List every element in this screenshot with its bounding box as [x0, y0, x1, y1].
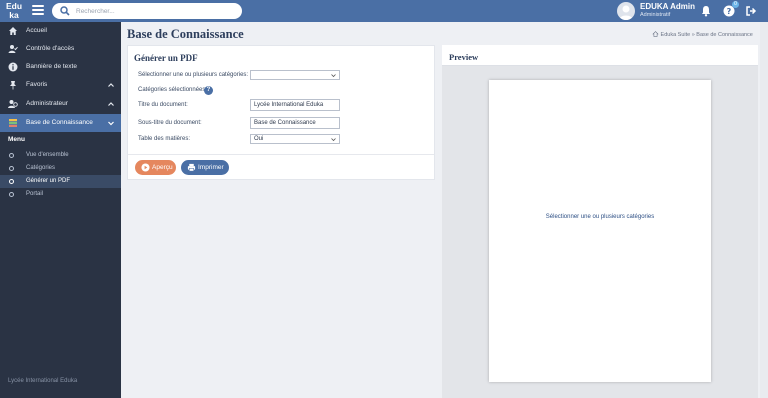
sidebar: Accueil Contrôle d'accès Bannière de tex…: [0, 22, 121, 398]
doc-title-field[interactable]: Lycée International Eduka: [250, 99, 340, 111]
toc-label: Table des matières:: [138, 136, 191, 142]
preview-panel: Preview Sélectionner une ou plusieurs ca…: [442, 45, 758, 398]
subtitle-field[interactable]: Base de Connaissance: [250, 117, 340, 129]
notification-badge: 0: [732, 1, 739, 8]
categories-label: Sélectionner une ou plusieurs catégories…: [138, 72, 249, 78]
chevron-up-icon[interactable]: [107, 100, 115, 108]
sidebar-subitem-vue-ensemble[interactable]: Vue d'ensemble: [0, 149, 121, 162]
sidebar-subitem-label: Générer un PDF: [26, 178, 71, 184]
sidebar-item-accueil[interactable]: Accueil: [0, 22, 121, 40]
submenu-heading: Menu: [8, 136, 25, 143]
breadcrumb[interactable]: Eduka Suite » Base de Connaissance: [652, 31, 753, 38]
sidebar-item-administrateur[interactable]: Administrateur: [0, 95, 121, 113]
search-input[interactable]: [76, 5, 236, 17]
home-icon: [9, 27, 17, 35]
preview-message: Sélectionner une ou plusieurs catégories: [545, 214, 655, 220]
doc-title-label: Titre du document:: [138, 102, 188, 108]
info-icon: [8, 62, 18, 72]
users-icon: [8, 100, 18, 108]
menu-toggle-icon[interactable]: [32, 5, 44, 17]
sidebar-subitem-label: Catégories: [26, 165, 56, 171]
circle-icon: [9, 179, 14, 184]
sidebar-item-label: Contrôle d'accès: [26, 45, 75, 52]
breadcrumb-text[interactable]: Eduka Suite » Base de Connaissance: [661, 32, 753, 38]
sidebar-subitem-generer-pdf[interactable]: Générer un PDF: [0, 175, 121, 188]
pdf-preview-page: Sélectionner une ou plusieurs catégories: [489, 80, 711, 382]
divider: [128, 154, 434, 155]
preview-button-label: Aperçu: [152, 164, 173, 171]
help-icon[interactable]: ?: [204, 86, 213, 95]
sidebar-item-banniere[interactable]: Bannière de texte: [0, 58, 121, 76]
sidebar-item-label: Administrateur: [26, 100, 68, 107]
user-check-icon: [8, 45, 18, 53]
sidebar-item-label: Bannière de texte: [26, 63, 77, 70]
app-logo[interactable]: Edu ka: [4, 2, 24, 20]
sidebar-footer: Lycée International Eduka: [8, 378, 78, 384]
books-icon: [9, 119, 17, 127]
sidebar-subitem-portail[interactable]: Portail: [0, 188, 121, 201]
print-button[interactable]: Imprimer: [181, 160, 229, 175]
preview-title: Preview: [449, 52, 479, 62]
user-role: Administratif: [640, 12, 671, 18]
scroll-track[interactable]: [760, 22, 768, 398]
card-title: Générer un PDF: [134, 53, 198, 63]
home-icon: [652, 31, 659, 37]
chevron-down-icon: [331, 138, 336, 142]
user-name[interactable]: EDUKA Admin: [640, 2, 695, 11]
circle-icon: [9, 192, 14, 197]
sidebar-item-controle-acces[interactable]: Contrôle d'accès: [0, 40, 121, 58]
chevron-up-icon[interactable]: [107, 81, 115, 89]
sidebar-subitem-categories[interactable]: Catégories: [0, 162, 121, 175]
sidebar-subitem-label: Vue d'ensemble: [26, 152, 69, 158]
top-bar: Edu ka EDUKA Admin Administratif ? 0: [0, 0, 768, 22]
play-circle-icon: [141, 163, 150, 172]
chevron-down-icon[interactable]: [107, 119, 115, 127]
chevron-down-icon: [331, 74, 336, 78]
toc-select-value: Oui: [254, 136, 264, 142]
sidebar-item-base-connaissance[interactable]: Base de Connaissance: [0, 114, 121, 132]
avatar[interactable]: [617, 2, 635, 20]
selected-categories-label: Catégories sélectionnées: [138, 87, 206, 93]
categories-select[interactable]: [250, 70, 340, 80]
preview-button[interactable]: Aperçu: [135, 160, 176, 175]
sidebar-item-label: Favoris: [26, 81, 48, 88]
toc-select[interactable]: Oui: [250, 134, 340, 144]
logout-icon[interactable]: [745, 5, 757, 17]
circle-icon: [9, 153, 14, 158]
generate-pdf-card: Générer un PDF Sélectionner une ou plusi…: [127, 45, 435, 180]
preview-header: Preview: [442, 45, 758, 66]
pin-icon: [10, 81, 16, 90]
circle-icon: [9, 166, 14, 171]
search-icon: [60, 6, 70, 16]
sidebar-item-favoris[interactable]: Favoris: [0, 76, 121, 94]
logo-text-bottom: ka: [9, 10, 19, 20]
page-title: Base de Connaissance: [127, 27, 244, 41]
svg-text:?: ?: [727, 7, 732, 16]
print-button-label: Imprimer: [198, 164, 224, 171]
sidebar-item-label: Base de Connaissance: [26, 119, 93, 126]
bell-icon[interactable]: [700, 5, 712, 17]
search-bar[interactable]: [52, 3, 242, 19]
sidebar-subitem-label: Portail: [26, 191, 44, 197]
subtitle-label: Sous-titre du document:: [138, 120, 202, 126]
sidebar-item-label: Accueil: [26, 27, 47, 34]
printer-icon: [187, 163, 196, 172]
